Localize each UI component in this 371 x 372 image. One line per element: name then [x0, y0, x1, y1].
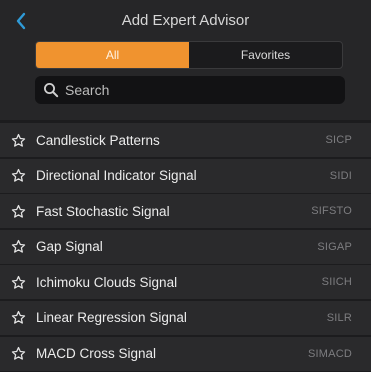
advisor-code: SIDI [329, 169, 352, 182]
advisor-name: Linear Regression Signal [36, 310, 187, 326]
star-icon[interactable] [0, 239, 36, 254]
star-icon[interactable] [0, 133, 36, 148]
advisor-code: SILR [326, 311, 352, 324]
advisor-code: SIFSTO [311, 205, 352, 218]
star-icon[interactable] [0, 168, 36, 183]
tab-favorites[interactable]: Favorites [189, 42, 342, 68]
advisor-name: MACD Cross Signal [36, 346, 157, 362]
advisor-code: SIGAP [317, 240, 352, 253]
star-icon[interactable] [0, 275, 36, 290]
search-placeholder: Search [65, 82, 110, 98]
search-icon [44, 83, 59, 98]
advisor-name: Fast Stochastic Signal [36, 203, 170, 219]
star-icon[interactable] [0, 346, 36, 361]
advisor-name: Gap Signal [36, 239, 103, 255]
star-icon[interactable] [0, 310, 36, 325]
advisor-name: Candlestick Patterns [36, 132, 160, 148]
tab-all[interactable]: All [36, 42, 189, 68]
search-input[interactable]: Search [35, 76, 345, 104]
advisor-name: Ichimoku Clouds Signal [36, 274, 178, 290]
advisor-code: SICP [325, 134, 352, 146]
star-icon[interactable] [0, 204, 36, 219]
advisor-code: SIMACD [308, 347, 352, 360]
filter-segmented-control: All Favorites [35, 41, 343, 69]
advisor-code: SIICH [321, 276, 352, 289]
list-item[interactable]: Gap Signal SIGAP [0, 229, 371, 264]
list-item[interactable]: Fast Stochastic Signal SIFSTO [0, 194, 371, 229]
advisor-list: Candlestick Patterns SICP Directional In… [0, 123, 371, 372]
page-title: Add Expert Advisor [121, 12, 250, 29]
list-item[interactable]: Directional Indicator Signal SIDI [0, 158, 371, 193]
header-bar: Add Expert Advisor All Favorites Search [0, 0, 371, 120]
list-item[interactable]: Candlestick Patterns SICP [0, 123, 371, 157]
list-item[interactable]: Linear Regression Signal SILR [0, 300, 371, 335]
list-item[interactable]: MACD Cross Signal SIMACD [0, 336, 371, 371]
list-item[interactable]: Ichimoku Clouds Signal SIICH [0, 265, 371, 300]
advisor-name: Directional Indicator Signal [36, 168, 197, 184]
